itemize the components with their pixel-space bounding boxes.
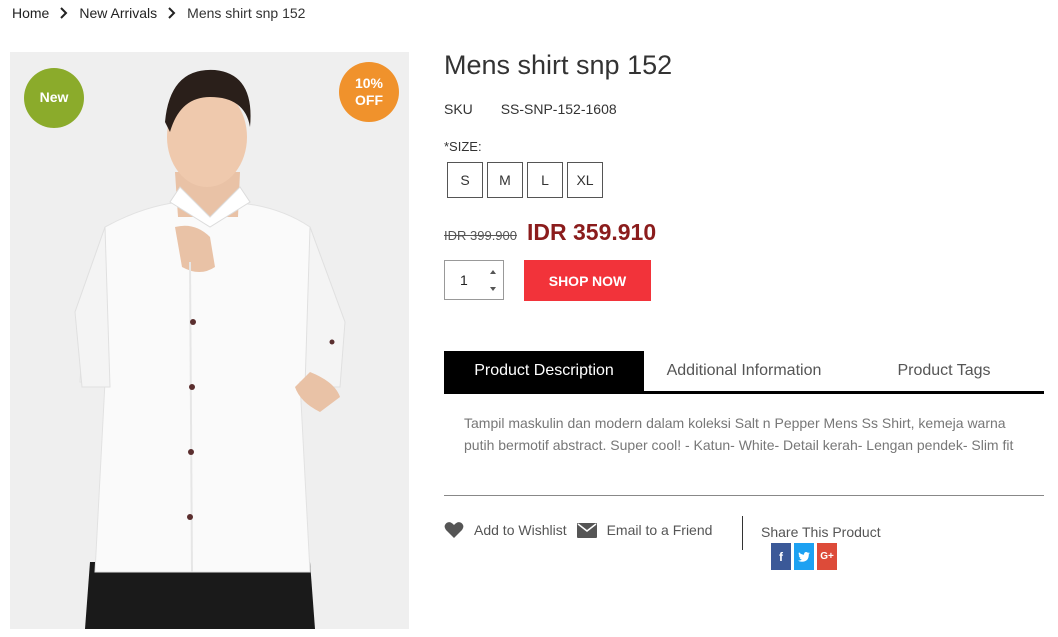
tab-product-tags[interactable]: Product Tags xyxy=(844,351,1044,391)
email-label: Email to a Friend xyxy=(606,522,713,538)
size-option-s[interactable]: S xyxy=(447,162,483,198)
size-options: S M L XL xyxy=(447,162,607,198)
original-price: IDR 399.900 xyxy=(444,228,517,243)
tab-product-description[interactable]: Product Description xyxy=(444,351,644,391)
wishlist-label: Add to Wishlist xyxy=(474,522,567,538)
sku-label: SKU xyxy=(444,101,473,117)
product-actions: Add to Wishlist Email to a Friend xyxy=(444,521,722,539)
sku-row: SKU SS-SNP-152-1608 xyxy=(444,101,617,117)
quantity-stepper xyxy=(444,260,504,300)
quantity-input[interactable] xyxy=(445,261,485,299)
chevron-right-icon xyxy=(59,7,69,19)
breadcrumb-home[interactable]: Home xyxy=(12,5,49,21)
share-label: Share This Product xyxy=(761,524,881,540)
tab-additional-information[interactable]: Additional Information xyxy=(644,351,844,391)
google-plus-icon[interactable]: G+ xyxy=(817,543,837,570)
divider xyxy=(444,495,1044,496)
actions-separator xyxy=(742,516,743,550)
discount-badge: 10% OFF xyxy=(339,62,399,122)
breadcrumb: Home New Arrivals Mens shirt snp 152 xyxy=(12,5,305,21)
share-icons: f G+ xyxy=(771,543,840,570)
sku-value: SS-SNP-152-1608 xyxy=(500,101,617,117)
breadcrumb-current: Mens shirt snp 152 xyxy=(187,5,306,21)
new-badge-label: New xyxy=(39,89,69,106)
decrement-icon[interactable] xyxy=(487,283,499,295)
twitter-icon[interactable] xyxy=(794,543,814,570)
discount-off-label: OFF xyxy=(355,92,383,108)
size-option-l[interactable]: L xyxy=(527,162,563,198)
facebook-icon[interactable]: f xyxy=(771,543,791,570)
size-option-xl[interactable]: XL xyxy=(567,162,603,198)
breadcrumb-new-arrivals[interactable]: New Arrivals xyxy=(79,5,157,21)
increment-icon[interactable] xyxy=(487,266,499,278)
product-description: Tampil maskulin dan modern dalam koleksi… xyxy=(464,415,1014,453)
product-photo xyxy=(10,52,409,629)
new-badge: New xyxy=(24,68,84,128)
size-option-m[interactable]: M xyxy=(487,162,523,198)
price-row: IDR 399.900 IDR 359.910 xyxy=(444,219,656,246)
product-image[interactable]: New 10% OFF xyxy=(10,52,409,629)
heart-icon xyxy=(444,521,464,539)
discount-percent: 10% xyxy=(354,74,384,91)
chevron-right-icon xyxy=(167,7,177,19)
product-title: Mens shirt snp 152 xyxy=(444,50,673,80)
email-friend-link[interactable]: Email to a Friend xyxy=(576,522,713,538)
sale-price: IDR 359.910 xyxy=(527,219,657,245)
size-label: *SIZE: xyxy=(444,139,482,154)
add-to-wishlist-link[interactable]: Add to Wishlist xyxy=(444,521,567,539)
envelope-icon xyxy=(576,522,597,538)
product-tabs: Product Description Additional Informati… xyxy=(444,351,1044,394)
shop-now-button[interactable]: SHOP NOW xyxy=(524,260,651,301)
